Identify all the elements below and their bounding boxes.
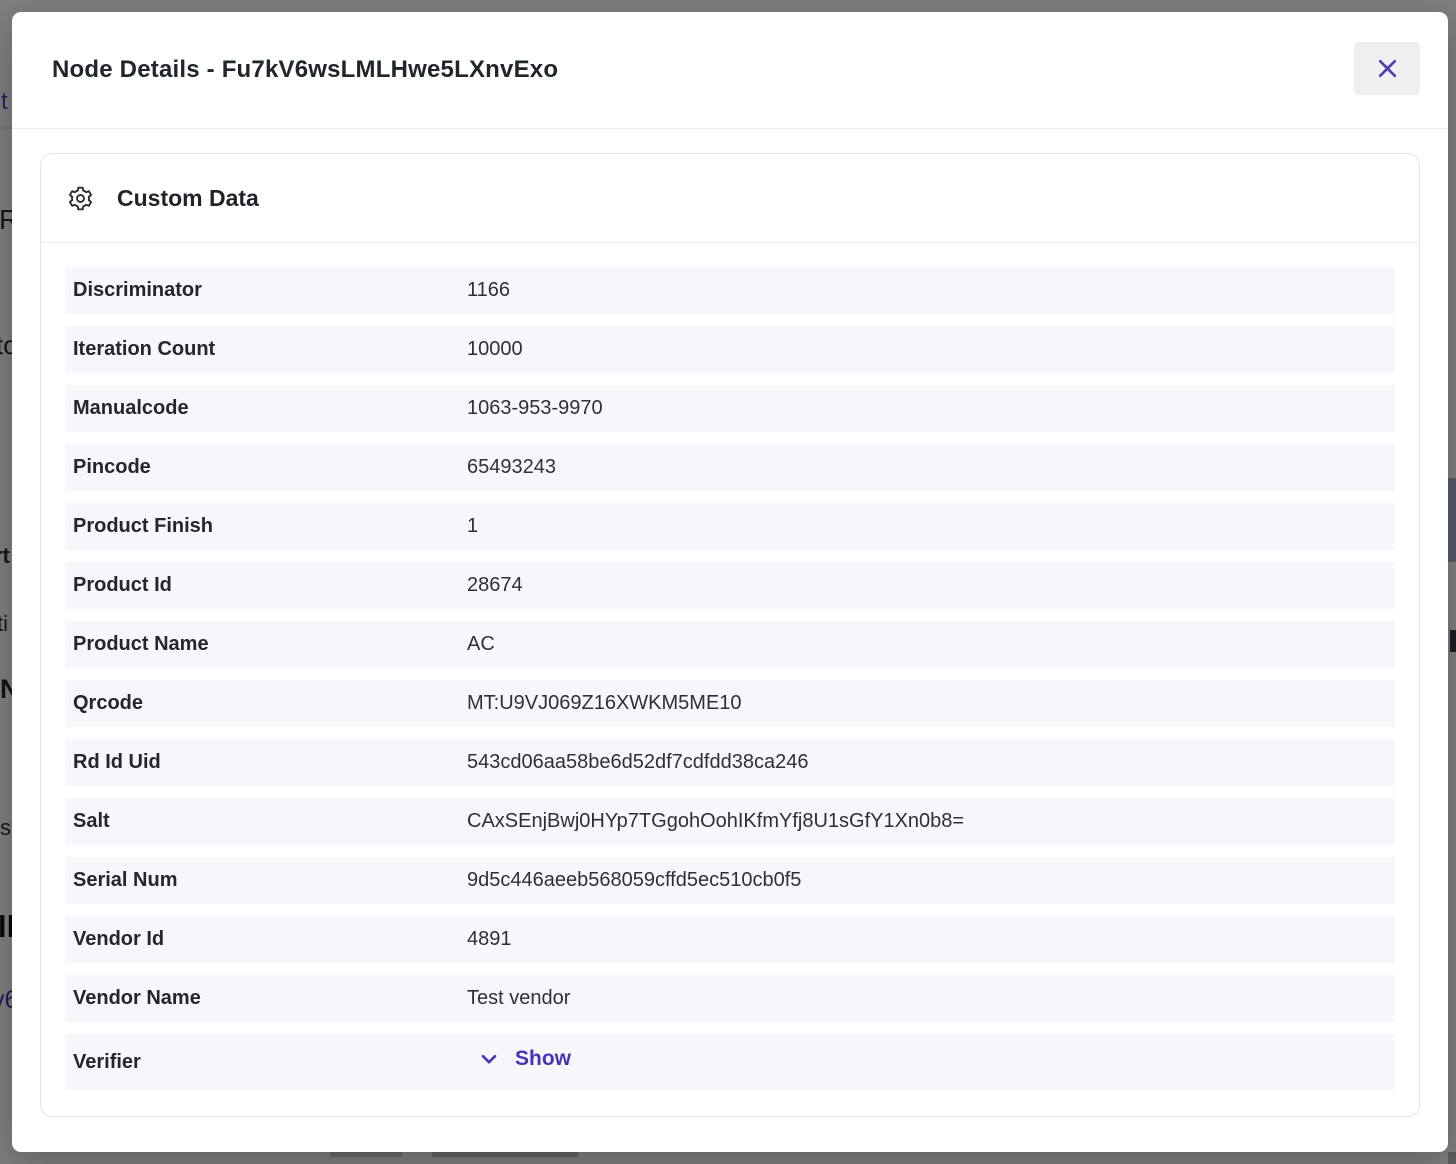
page-root: tRtorttiNsllv6 Node Details - Fu7kV6wsLM… bbox=[0, 0, 1456, 1164]
row-label: Pincode bbox=[73, 456, 467, 479]
close-button[interactable] bbox=[1354, 42, 1420, 95]
custom-data-row: Discriminator1166 bbox=[65, 267, 1395, 314]
row-value: 543cd06aa58be6d52df7cdfdd38ca246 bbox=[467, 751, 1395, 774]
custom-data-row: Product Id28674 bbox=[65, 562, 1395, 609]
custom-data-row: Product Finish1 bbox=[65, 503, 1395, 550]
row-value: 4891 bbox=[467, 928, 1395, 951]
verifier-show-toggle[interactable]: Show bbox=[467, 1047, 571, 1071]
custom-data-row: Vendor NameTest vendor bbox=[65, 975, 1395, 1022]
row-label: Serial Num bbox=[73, 869, 467, 892]
close-icon bbox=[1374, 55, 1401, 82]
row-value: Test vendor bbox=[467, 987, 1395, 1010]
row-label: Product Id bbox=[73, 574, 467, 597]
chevron-down-icon bbox=[477, 1047, 501, 1071]
custom-data-row: Manualcode1063-953-9970 bbox=[65, 385, 1395, 432]
custom-data-card: Custom Data Discriminator1166 Iteration C… bbox=[40, 153, 1420, 1117]
row-label: Iteration Count bbox=[73, 338, 467, 361]
row-label: Vendor Name bbox=[73, 987, 467, 1010]
row-label: Discriminator bbox=[73, 279, 467, 302]
row-label: Qrcode bbox=[73, 692, 467, 715]
row-value: 10000 bbox=[467, 338, 1395, 361]
gear-icon bbox=[67, 185, 94, 212]
show-link-label: Show bbox=[515, 1047, 571, 1071]
row-value: MT:U9VJ069Z16XWKM5ME10 bbox=[467, 692, 1395, 715]
custom-data-card-header: Custom Data bbox=[41, 154, 1419, 243]
custom-data-rows: Discriminator1166 Iteration Count10000 Man… bbox=[41, 243, 1419, 1116]
row-value: Show bbox=[467, 1047, 1395, 1077]
row-value: 9d5c446aeeb568059cffd5ec510cb0f5 bbox=[467, 869, 1395, 892]
custom-data-row: SaltCAxSEnjBwj0HYp7TGgohOohIKfmYfj8U1sGf… bbox=[65, 798, 1395, 845]
row-label: Product Name bbox=[73, 633, 467, 656]
row-label: Vendor Id bbox=[73, 928, 467, 951]
custom-data-row: Vendor Id4891 bbox=[65, 916, 1395, 963]
row-label: Salt bbox=[73, 810, 467, 833]
modal-header: Node Details - Fu7kV6wsLMLHwe5LXnvExo bbox=[12, 12, 1448, 129]
custom-data-row: Serial Num9d5c446aeeb568059cffd5ec510cb0… bbox=[65, 857, 1395, 904]
row-value: 65493243 bbox=[467, 456, 1395, 479]
row-value: 1063-953-9970 bbox=[467, 397, 1395, 420]
modal-title: Node Details - Fu7kV6wsLMLHwe5LXnvExo bbox=[52, 56, 558, 84]
custom-data-row: Rd Id Uid543cd06aa58be6d52df7cdfdd38ca24… bbox=[65, 739, 1395, 786]
row-label: Manualcode bbox=[73, 397, 467, 420]
row-value: AC bbox=[467, 633, 1395, 656]
row-value: CAxSEnjBwj0HYp7TGgohOohIKfmYfj8U1sGfY1Xn… bbox=[467, 810, 1395, 833]
custom-data-row: Iteration Count10000 bbox=[65, 326, 1395, 373]
custom-data-row: Verifier Show bbox=[65, 1034, 1395, 1090]
row-label: Product Finish bbox=[73, 515, 467, 538]
card-title: Custom Data bbox=[117, 185, 259, 212]
custom-data-row: Pincode65493243 bbox=[65, 444, 1395, 491]
custom-data-row: Product NameAC bbox=[65, 621, 1395, 668]
row-value: 1 bbox=[467, 515, 1395, 538]
row-value: 1166 bbox=[467, 279, 1395, 302]
row-label: Verifier bbox=[73, 1051, 467, 1074]
custom-data-row: QrcodeMT:U9VJ069Z16XWKM5ME10 bbox=[65, 680, 1395, 727]
node-details-modal: Node Details - Fu7kV6wsLMLHwe5LXnvExo Cu… bbox=[12, 12, 1448, 1152]
row-label: Rd Id Uid bbox=[73, 751, 467, 774]
row-value: 28674 bbox=[467, 574, 1395, 597]
